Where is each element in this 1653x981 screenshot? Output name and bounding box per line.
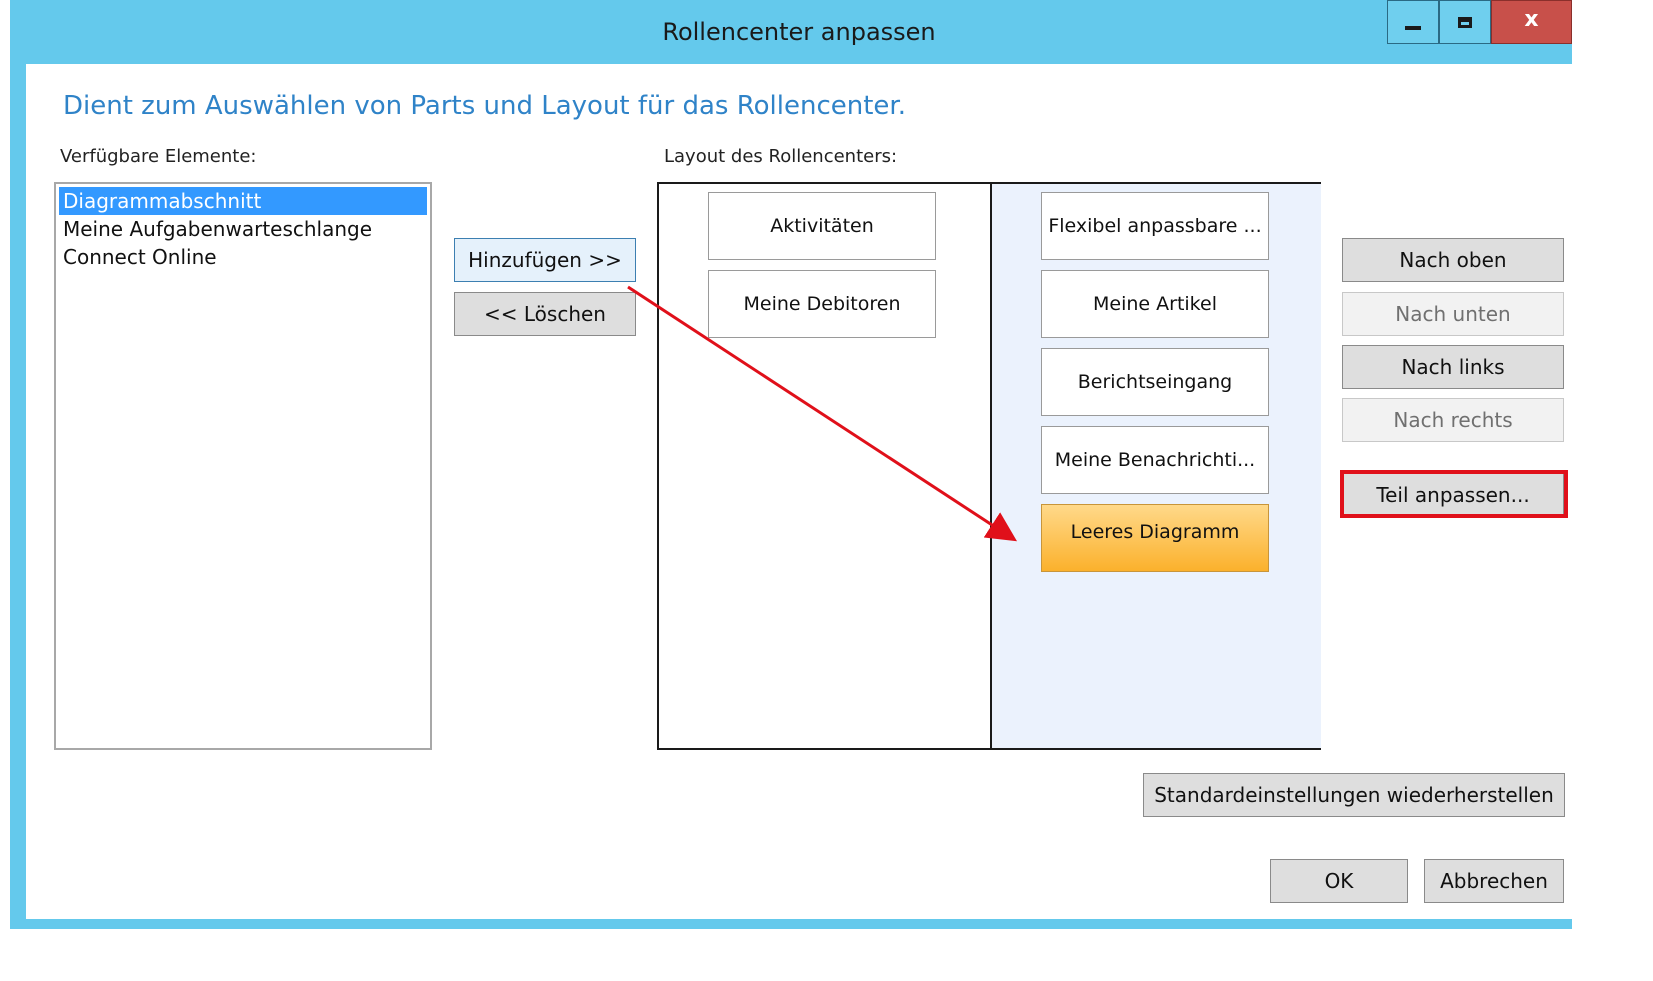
window-title: Rollencenter anpassen xyxy=(662,18,936,46)
maximize-icon xyxy=(1458,16,1472,28)
customize-part-button[interactable]: Teil anpassen... xyxy=(1342,473,1564,517)
part-meine-artikel[interactable]: Meine Artikel xyxy=(1041,270,1269,338)
part-berichtseingang[interactable]: Berichtseingang xyxy=(1041,348,1269,416)
layout-area: Aktivitäten Meine Debitoren Flexibel anp… xyxy=(657,182,1321,750)
part-meine-benachrichtigungen[interactable]: Meine Benachrichti... xyxy=(1041,426,1269,494)
dialog-content: Dient zum Auswählen von Parts und Layout… xyxy=(26,64,1572,919)
close-icon: x xyxy=(1524,6,1539,32)
ok-button[interactable]: OK xyxy=(1270,859,1408,903)
part-leeres-diagramm[interactable]: Leeres Diagramm xyxy=(1041,504,1269,572)
add-button[interactable]: Hinzufügen >> xyxy=(454,238,636,282)
dialog-instruction: Dient zum Auswählen von Parts und Layout… xyxy=(63,91,906,121)
title-bar[interactable]: Rollencenter anpassen x xyxy=(10,0,1572,64)
part-aktivitaeten[interactable]: Aktivitäten xyxy=(708,192,936,260)
move-up-button[interactable]: Nach oben xyxy=(1342,238,1564,282)
move-right-button[interactable]: Nach rechts xyxy=(1342,398,1564,442)
available-elements-label: Verfügbare Elemente: xyxy=(60,146,257,167)
restore-defaults-button[interactable]: Standardeinstellungen wiederherstellen xyxy=(1143,773,1565,817)
list-item-connect-online[interactable]: Connect Online xyxy=(59,243,427,271)
delete-button[interactable]: << Löschen xyxy=(454,292,636,336)
list-item-diagrammabschnitt[interactable]: Diagrammabschnitt xyxy=(59,187,427,215)
available-elements-list[interactable]: Diagrammabschnitt Meine Aufgabenwartesch… xyxy=(54,182,432,750)
minimize-button[interactable] xyxy=(1387,0,1439,44)
cancel-button[interactable]: Abbrechen xyxy=(1424,859,1564,903)
part-flexibel-anpassbare[interactable]: Flexibel anpassbare ... xyxy=(1041,192,1269,260)
dialog-window: Rollencenter anpassen x Dient zum Auswäh… xyxy=(10,0,1572,929)
list-item-aufgabenwarteschlange[interactable]: Meine Aufgabenwarteschlange xyxy=(59,215,427,243)
maximize-button[interactable] xyxy=(1439,0,1491,44)
move-left-button[interactable]: Nach links xyxy=(1342,345,1564,389)
layout-label: Layout des Rollencenters: xyxy=(664,146,898,167)
layout-right-column: Flexibel anpassbare ... Meine Artikel Be… xyxy=(990,184,1321,748)
close-button[interactable]: x xyxy=(1491,0,1572,44)
minimize-icon xyxy=(1405,26,1421,30)
move-down-button[interactable]: Nach unten xyxy=(1342,292,1564,336)
part-meine-debitoren[interactable]: Meine Debitoren xyxy=(708,270,936,338)
